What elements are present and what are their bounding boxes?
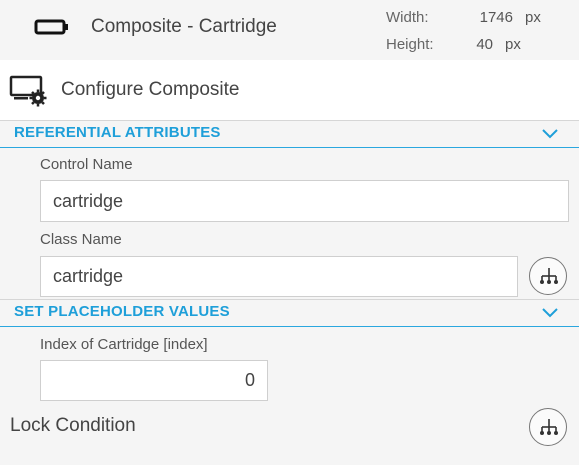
- referential-attributes-header[interactable]: REFERENTIAL ATTRIBUTES: [0, 120, 579, 148]
- configure-monitor-gear-icon: [9, 75, 47, 107]
- index-of-cartridge-input[interactable]: [40, 360, 268, 401]
- configure-composite-title: Configure Composite: [61, 79, 240, 100]
- index-of-cartridge-label: Index of Cartridge [index]: [40, 336, 208, 353]
- chevron-down-icon[interactable]: [541, 128, 559, 140]
- class-name-label: Class Name: [40, 231, 122, 248]
- width-unit: px: [525, 9, 541, 26]
- height-label: Height:: [386, 36, 434, 53]
- lock-condition-hierarchy-button[interactable]: [529, 408, 567, 446]
- cartridge-icon: [34, 19, 68, 35]
- set-placeholder-values-header[interactable]: SET PLACEHOLDER VALUES: [0, 299, 579, 327]
- width-value: 1746: [479, 9, 513, 26]
- width-label: Width:: [386, 9, 429, 26]
- hierarchy-icon: [540, 419, 558, 435]
- class-name-input[interactable]: [40, 256, 518, 297]
- class-name-hierarchy-button[interactable]: [529, 257, 567, 295]
- composite-title: Composite - Cartridge: [91, 16, 277, 37]
- control-name-input[interactable]: [40, 180, 569, 222]
- chevron-down-icon[interactable]: [541, 307, 559, 319]
- height-unit: px: [505, 36, 521, 53]
- hierarchy-icon: [540, 268, 558, 284]
- set-placeholder-values-title: SET PLACEHOLDER VALUES: [14, 303, 230, 320]
- referential-attributes-title: REFERENTIAL ATTRIBUTES: [14, 124, 221, 141]
- control-name-label: Control Name: [40, 156, 133, 173]
- composite-header: Composite - Cartridge Width: 1746 px Hei…: [0, 0, 579, 58]
- lock-condition-label: Lock Condition: [10, 415, 136, 436]
- height-value: 40: [476, 36, 493, 53]
